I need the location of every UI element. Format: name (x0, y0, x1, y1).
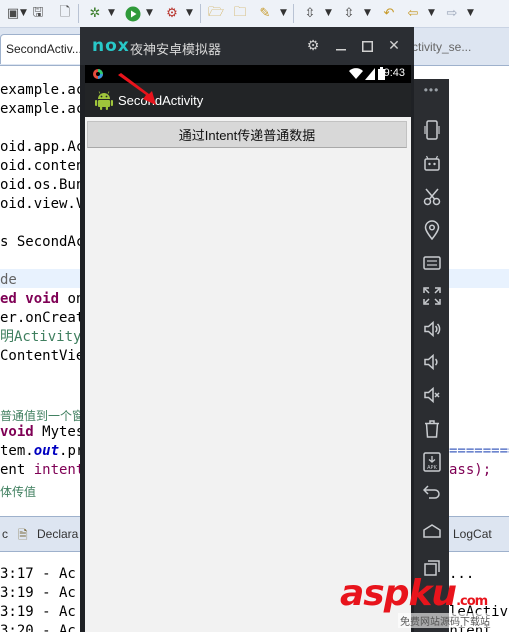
activity-content: 通过Intent传递普通数据 (85, 117, 411, 632)
code-line: oid.app.Ac (0, 139, 85, 155)
code-line: de (0, 272, 17, 288)
code-line: ent intent (0, 462, 85, 478)
svg-text:APK: APK (427, 465, 437, 471)
code-line-fragment: ass); (449, 462, 492, 478)
scissors-icon[interactable] (419, 184, 444, 209)
toolbar-separator (293, 4, 294, 23)
home-icon[interactable] (419, 518, 444, 543)
console-line: 3:17 - Ac (0, 566, 76, 582)
nox-emulator-window: nox 夜神安卓模拟器 ⚙ ✕ 9:43 SecondActivity 通过In… (80, 27, 414, 632)
open-folder-icon[interactable]: 🗀 (231, 5, 249, 22)
code-line: oid.os.Bun (0, 177, 85, 193)
debug-icon[interactable]: ✲ (86, 5, 104, 22)
tab-logcat[interactable]: LogCat (453, 527, 492, 541)
nox-sidebar: ••• APK (414, 79, 449, 632)
send-data-button-label: 通过Intent传递普通数据 (178, 128, 316, 143)
signal-icon (365, 68, 375, 80)
toolbar-separator (78, 4, 79, 23)
editor-tab-layout[interactable]: ctivity_se... (412, 40, 471, 54)
volume-up-icon[interactable] (419, 316, 444, 341)
code-line: oid.conten (0, 158, 85, 174)
code-line-fragment: ========== (449, 443, 509, 459)
more-icon[interactable]: ••• (414, 79, 449, 101)
phone-rotate-icon[interactable] (419, 117, 444, 142)
editor-tab-label: ctivity_se... (412, 40, 472, 54)
android-screen[interactable]: 9:43 SecondActivity 通过Intent传递普通数据 (85, 65, 411, 632)
dropdown-arrow-icon[interactable]: ▼ (325, 5, 332, 22)
code-line: s SecondAc (0, 234, 85, 250)
console-line: 3:19 - Ac (0, 585, 76, 601)
volume-mute-icon[interactable] (419, 382, 444, 407)
fullscreen-icon[interactable] (419, 283, 444, 308)
toolbar-separator (200, 4, 201, 23)
nox-window-title: 夜神安卓模拟器 (130, 42, 222, 57)
new-file-icon[interactable]: 🗋 (57, 5, 73, 22)
trash-icon[interactable] (419, 416, 444, 441)
nox-titlebar[interactable]: nox 夜神安卓模拟器 ⚙ ✕ (80, 27, 414, 65)
code-line: oid.view.V (0, 196, 85, 212)
dropdown-arrow-icon[interactable]: ▼ (364, 5, 371, 22)
back-arrow-icon[interactable]: ⇦ (404, 5, 422, 22)
code-line: ContentVie (0, 348, 85, 364)
dropdown-arrow-icon[interactable]: ▼ (186, 5, 193, 22)
wand-icon[interactable]: ✎ (256, 5, 274, 22)
location-pin-icon[interactable] (419, 217, 444, 242)
dropdown-arrow-icon[interactable]: ▼ (20, 5, 27, 22)
volume-down-icon[interactable] (419, 349, 444, 374)
last-edit-icon[interactable]: ↶ (380, 5, 398, 22)
tab-declaration[interactable]: Declara (37, 527, 78, 541)
app-notification-icon (93, 69, 103, 79)
tab-javadoc[interactable]: c (2, 527, 8, 541)
dropdown-arrow-icon[interactable]: ▼ (146, 5, 153, 22)
declaration-icon: 🗎 (18, 528, 28, 542)
android-robot-icon[interactable] (419, 151, 444, 176)
code-line: er.onCreat (0, 310, 85, 326)
code-line: 明Activity (0, 329, 82, 345)
code-line: tem.out.pr (0, 443, 85, 459)
console-line: 3:20 - Ac (0, 623, 76, 632)
dropdown-arrow-icon[interactable]: ▼ (428, 5, 435, 22)
aspku-watermark-subtitle: 免费网站源码下载站 (398, 613, 492, 628)
back-icon[interactable] (419, 479, 444, 504)
ide-toolbar: ▣ ▼ 🖫 🗋 ✲ ▼ ▼ ⚙ ▼ 🗁 🗀 ✎ ▼ ⇳ ▼ ⇳ ▼ ↶ ⇦ ▼ … (0, 0, 509, 28)
editor-tab-label: SecondActiv... (6, 42, 82, 56)
code-line: example.ac (0, 101, 85, 117)
close-icon[interactable]: ✕ (384, 36, 404, 56)
status-time: 9:43 (383, 67, 405, 79)
annotation-prev-icon[interactable]: ⇳ (340, 5, 358, 22)
open-type-icon[interactable]: 🗁 (207, 5, 225, 22)
code-line: 体传值 (0, 485, 37, 499)
run-icon[interactable] (124, 5, 142, 22)
code-line: void Mytes (0, 424, 85, 440)
editor-tab-secondactivity[interactable]: SecondActiv... (0, 34, 90, 64)
code-line: ed void on (0, 291, 85, 307)
save-icon[interactable]: 🖫 (30, 5, 46, 22)
dropdown-arrow-icon[interactable]: ▼ (280, 5, 287, 22)
red-arrow-annotation (118, 73, 156, 105)
dropdown-arrow-icon[interactable]: ▼ (108, 5, 115, 22)
external-tools-icon[interactable]: ⚙ (163, 5, 181, 22)
maximize-icon[interactable] (357, 36, 377, 56)
code-line: example.ac (0, 82, 85, 98)
console-line: 3:19 - Ac (0, 604, 76, 620)
dropdown-arrow-icon[interactable]: ▼ (467, 5, 474, 22)
minimize-icon[interactable] (331, 36, 351, 56)
wifi-icon (349, 68, 363, 79)
keyboard-icon[interactable] (419, 250, 444, 275)
settings-gear-icon[interactable]: ⚙ (303, 36, 323, 56)
forward-arrow-icon[interactable]: ⇨ (443, 5, 461, 22)
annotation-next-icon[interactable]: ⇳ (301, 5, 319, 22)
send-data-button[interactable]: 通过Intent传递普通数据 (87, 121, 407, 148)
nox-logo: nox (92, 36, 130, 56)
apk-install-icon[interactable]: APK (419, 449, 444, 474)
android-robot-icon (95, 91, 113, 110)
